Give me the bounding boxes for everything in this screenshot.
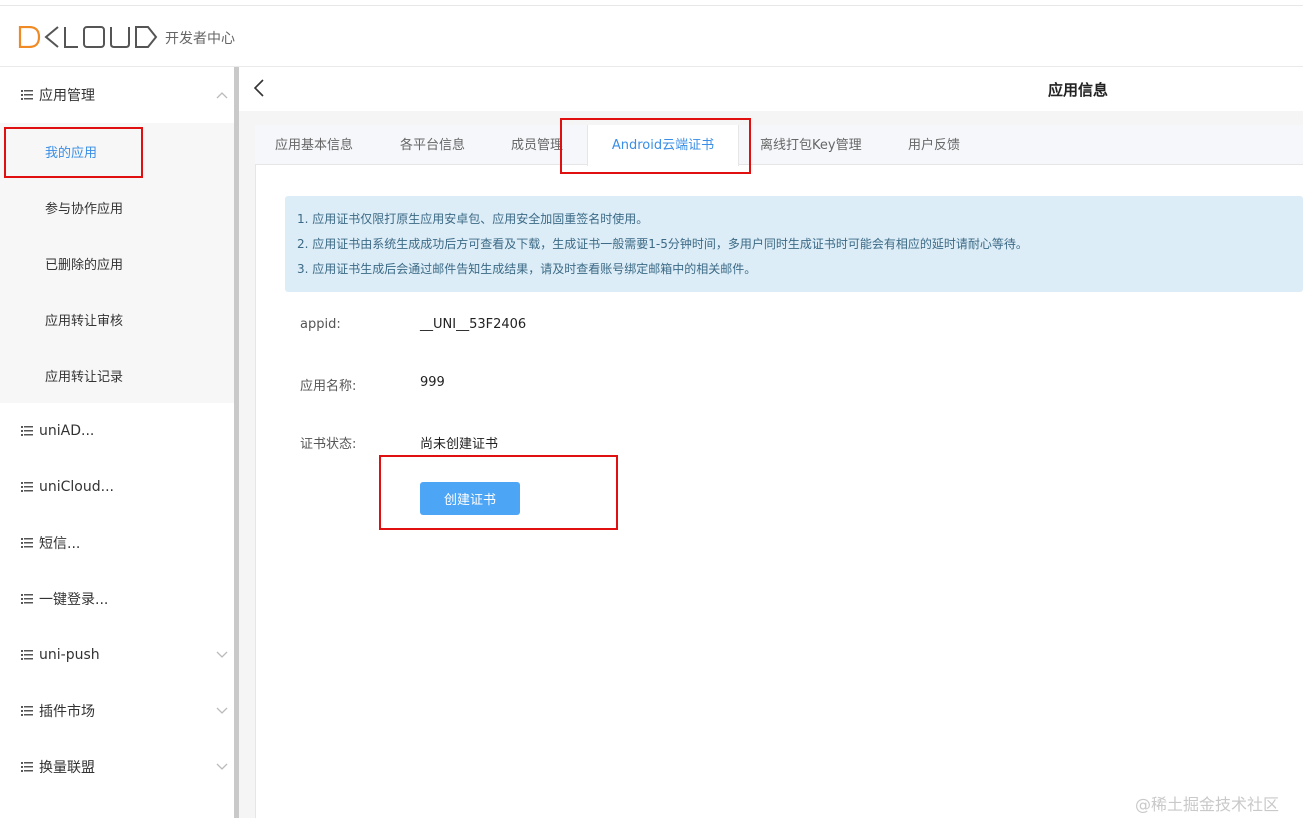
tab-basic-info[interactable]: 应用基本信息 (275, 125, 353, 165)
tab-member-management[interactable]: 成员管理 (511, 125, 563, 165)
list-icon (21, 706, 33, 716)
sidebar-group-label: 短信... (39, 536, 81, 552)
tab-offline-key-management[interactable]: 离线打包Key管理 (760, 125, 862, 165)
chevron-down-icon (216, 707, 228, 714)
sidebar-group-label: uni-push (39, 647, 100, 663)
appid-label: appid: (300, 317, 341, 332)
page-header (239, 67, 1303, 111)
sidebar-group-traffic-exchange[interactable]: 换量联盟 (0, 739, 236, 795)
sidebar-group-label: 插件市场 (39, 704, 95, 720)
sidebar-group-plugin-market[interactable]: 插件市场 (0, 683, 236, 739)
highlight-box-my-apps (4, 127, 143, 178)
chevron-down-icon (216, 651, 228, 658)
chevron-down-icon (216, 763, 228, 770)
notice-box: 1. 应用证书仅限打原生应用安卓包、应用安全加固重签名时使用。 2. 应用证书由… (285, 196, 1303, 292)
sidebar-group-label: 一键登录... (39, 592, 109, 608)
app-name-value: 999 (420, 375, 445, 390)
appid-value: __UNI__53F2406 (420, 317, 527, 332)
sidebar-group-one-click-login[interactable]: 一键登录... (0, 571, 236, 627)
sidebar-group-unicloud[interactable]: uniCloud... (0, 459, 236, 515)
list-icon (21, 538, 33, 548)
header-subtitle: 开发者中心 (165, 31, 235, 47)
sidebar-group-sms[interactable]: 短信... (0, 515, 236, 571)
sidebar-item-deleted-apps[interactable]: 已删除的应用 (0, 235, 236, 291)
sidebar-group-label: uniCloud... (39, 479, 114, 495)
cert-status-value: 尚未创建证书 (420, 437, 499, 452)
cert-status-label: 证书状态: (300, 437, 357, 452)
highlight-box-create-button (379, 455, 618, 530)
sidebar-group-label: 应用管理 (39, 88, 95, 104)
sidebar-group-label: 换量联盟 (39, 760, 95, 776)
sidebar-group-app-management[interactable]: 应用管理 (0, 67, 236, 123)
sidebar-group-label: uniAD... (39, 423, 95, 439)
tab-platform-info[interactable]: 各平台信息 (400, 125, 465, 165)
app-name-label: 应用名称: (300, 379, 357, 394)
sidebar-group-uniad[interactable]: uniAD... (0, 403, 236, 459)
notice-line: 3. 应用证书生成后会通过邮件告知生成结果，请及时查看账号绑定邮箱中的相关邮件。 (297, 262, 757, 276)
list-icon (21, 650, 33, 660)
watermark: @稀土掘金技术社区 (1135, 795, 1280, 814)
notice-line: 1. 应用证书仅限打原生应用安卓包、应用安全加固重签名时使用。 (297, 212, 649, 226)
list-icon (21, 762, 33, 772)
sidebar-group-uni-push[interactable]: uni-push (0, 627, 236, 683)
dcloud-logo[interactable] (18, 26, 158, 48)
back-arrow-icon[interactable] (252, 78, 266, 98)
app-header: 开发者中心 (0, 6, 1303, 67)
highlight-box-android-tab (560, 118, 751, 174)
list-icon (21, 482, 33, 492)
tab-user-feedback[interactable]: 用户反馈 (908, 125, 960, 165)
list-icon (21, 426, 33, 436)
list-icon (21, 90, 33, 100)
list-icon (21, 594, 33, 604)
sidebar-item-collab-apps[interactable]: 参与协作应用 (0, 179, 236, 235)
sidebar-item-transfer-review[interactable]: 应用转让审核 (0, 291, 236, 347)
page-title: 应用信息 (1048, 81, 1109, 99)
dcloud-logo-mark (18, 26, 158, 48)
notice-line: 2. 应用证书由系统生成成功后方可查看及下载，生成证书一般需要1-5分钟时间，多… (297, 237, 1028, 251)
chevron-up-icon (216, 92, 228, 99)
sidebar-item-transfer-records[interactable]: 应用转让记录 (0, 347, 236, 403)
